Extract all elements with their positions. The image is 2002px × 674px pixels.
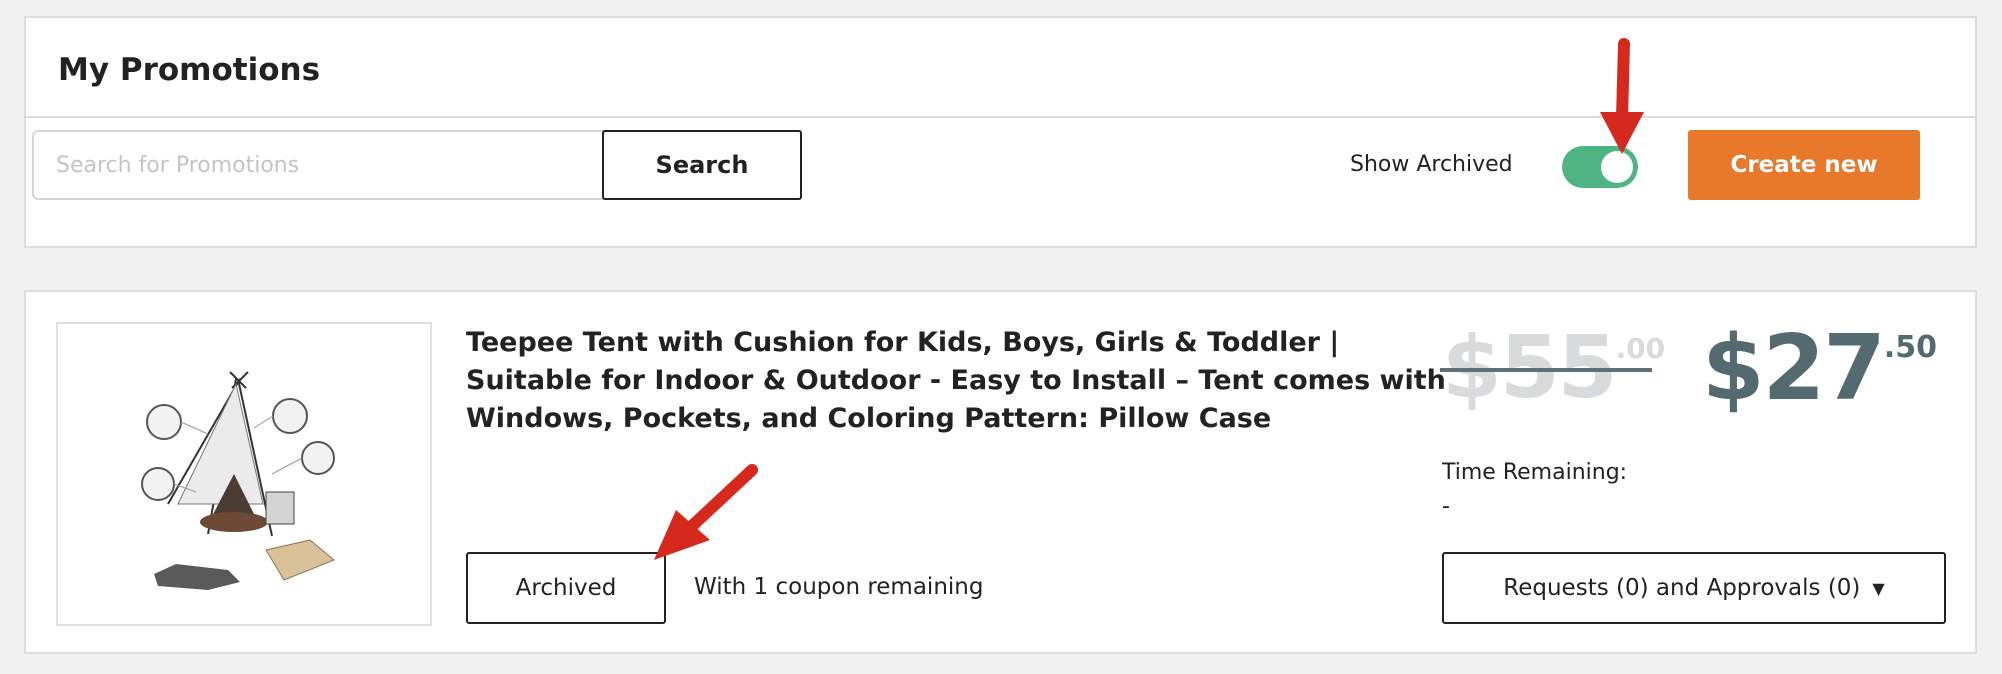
sale-price-cents: .50 — [1883, 330, 1938, 365]
create-new-button[interactable]: Create new — [1688, 130, 1920, 200]
caret-down-icon: ▼ — [1872, 578, 1885, 598]
requests-approvals-dropdown[interactable]: Requests (0) and Approvals (0) ▼ — [1442, 552, 1946, 624]
promotion-card: Teepee Tent with Cushion for Kids, Boys,… — [24, 290, 1977, 654]
teepee-tent-product-image — [141, 371, 335, 590]
page-title: My Promotions — [58, 52, 321, 88]
search-input[interactable] — [32, 130, 648, 200]
product-title[interactable]: Teepee Tent with Cushion for Kids, Boys,… — [466, 324, 1456, 438]
original-price-cents: .00 — [1615, 332, 1666, 365]
coupon-remaining-text: With 1 coupon remaining — [694, 574, 984, 600]
show-archived-toggle[interactable] — [1562, 146, 1638, 188]
price-strikethrough — [1440, 368, 1652, 372]
search-button[interactable]: Search — [602, 130, 802, 200]
toggle-knob — [1601, 151, 1633, 183]
requests-approvals-label: Requests (0) and Approvals (0) — [1503, 575, 1861, 601]
time-remaining-value: - — [1442, 494, 1450, 519]
time-remaining-label: Time Remaining: — [1442, 460, 1628, 485]
product-image[interactable] — [56, 322, 432, 626]
sale-price-main: $27 — [1702, 316, 1886, 421]
archived-status-button[interactable]: Archived — [466, 552, 666, 624]
show-archived-label: Show Archived — [1350, 152, 1513, 177]
sale-price: $27.50 — [1702, 316, 1937, 421]
header-title-row: My Promotions — [26, 18, 1975, 118]
